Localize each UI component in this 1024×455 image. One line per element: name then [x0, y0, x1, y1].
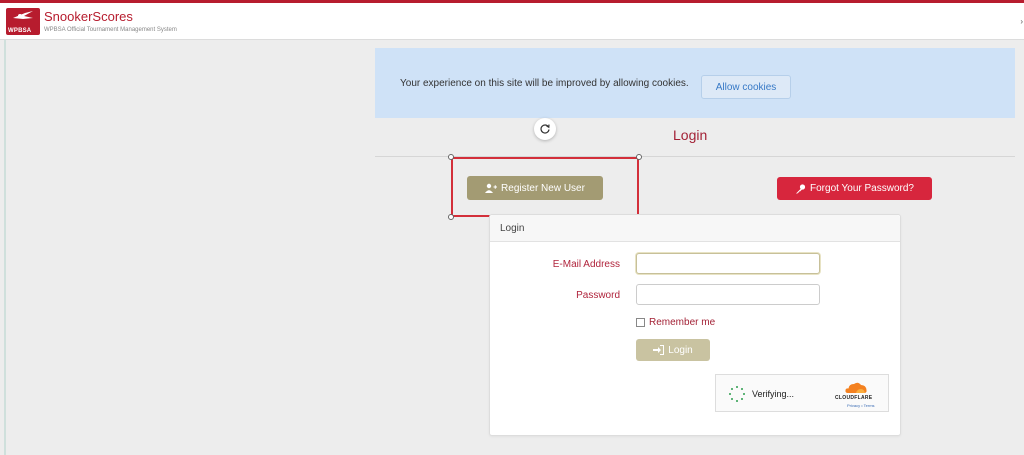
captcha-status: Verifying...	[752, 389, 795, 399]
wpbsa-logo[interactable]: WPBSA	[6, 8, 40, 35]
selection-handle-bottom-left[interactable]	[448, 214, 454, 220]
cloudflare-cloud-icon	[845, 382, 867, 393]
login-card-title: Login	[500, 223, 525, 234]
login-card: Login E-Mail Address Password Remember m…	[489, 214, 901, 436]
left-edge-stripe	[4, 40, 6, 455]
captcha-privacy-terms-links[interactable]: Privacy • Terms	[847, 403, 875, 408]
cloudflare-captcha-widget[interactable]: Verifying... CLOUDFLARE Privacy • Terms	[715, 374, 889, 412]
password-field[interactable]	[636, 284, 820, 305]
cookie-banner: Your experience on this site will be imp…	[375, 48, 1015, 118]
top-bar: WPBSA SnookerScores WPBSA Official Tourn…	[0, 0, 1024, 40]
email-label: E-Mail Address	[552, 259, 620, 270]
refresh-icon[interactable]	[534, 118, 556, 140]
checkbox-box[interactable]	[636, 318, 645, 327]
forgot-label: Forgot Your Password?	[810, 183, 914, 194]
brand-tagline: WPBSA Official Tournament Management Sys…	[44, 27, 177, 33]
login-button[interactable]: Login	[636, 339, 710, 361]
brand-name[interactable]: SnookerScores	[44, 9, 133, 24]
sign-in-icon	[653, 345, 665, 355]
selection-handle-top-left[interactable]	[448, 154, 454, 160]
key-icon	[796, 183, 806, 193]
allow-cookies-button[interactable]: Allow cookies	[701, 75, 791, 99]
password-label: Password	[576, 290, 620, 301]
email-field[interactable]	[636, 253, 820, 274]
login-card-header: Login	[490, 215, 900, 242]
login-button-label: Login	[668, 344, 693, 356]
menu-edge-icon[interactable]: ›	[1020, 17, 1023, 26]
cloudflare-wordmark: CLOUDFLARE	[835, 395, 873, 401]
spinner-icon	[729, 386, 745, 402]
remember-me-checkbox[interactable]: Remember me	[636, 317, 715, 328]
cookie-message: Your experience on this site will be imp…	[400, 78, 689, 89]
page-title: Login	[673, 127, 708, 143]
logo-text: WPBSA	[8, 28, 32, 34]
logo-swoosh-icon	[13, 11, 33, 19]
forgot-password-button[interactable]: Forgot Your Password?	[777, 177, 932, 200]
remember-me-label: Remember me	[649, 317, 716, 328]
selection-handle-top-right[interactable]	[636, 154, 642, 160]
selection-highlight-box	[451, 157, 639, 217]
